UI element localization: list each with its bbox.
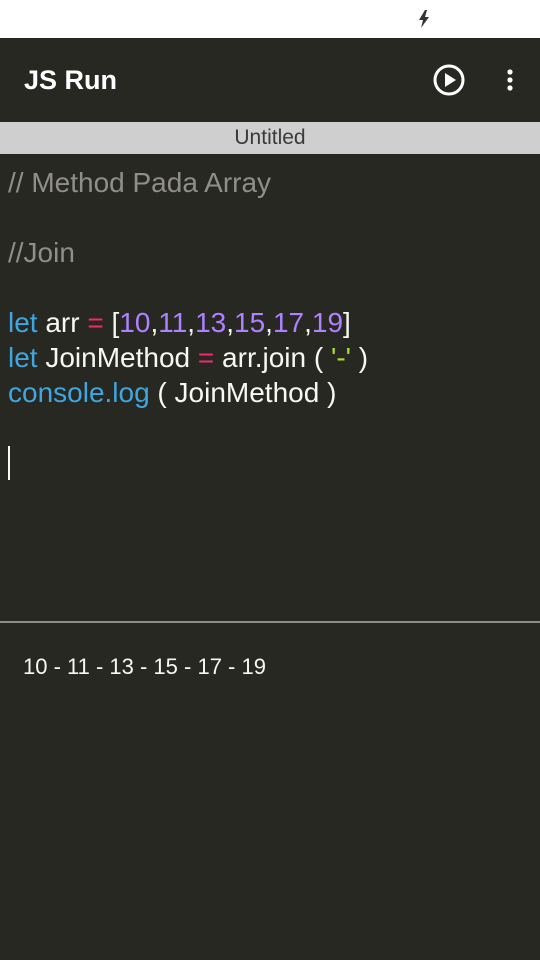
code-token-str: '-' [330,342,351,373]
code-token-plain: [ [103,307,120,338]
code-token-kw: let [8,307,38,338]
code-token-num: 13 [195,307,227,338]
code-token-kw: let [8,342,38,373]
code-token-comment: //Join [8,237,75,268]
text-cursor [8,446,10,480]
file-name-bar: Untitled [0,122,540,154]
code-token-plain: , [304,307,312,338]
code-token-kw: console.log [8,377,150,408]
code-line: let JoinMethod = arr.join ( '-' ) [8,341,368,375]
app-title: JS Run [24,65,118,95]
code-token-plain: , [226,307,235,338]
console-panel: 10 - 11 - 13 - 15 - 17 - 19 [0,623,540,960]
code-editor[interactable]: // Method Pada Array //Join let arr = [10,… [0,154,540,622]
code-token-op: = [87,307,104,338]
code-line: console.log ( JoinMethod ) [8,376,336,410]
code-line: let arr = [10,11,13,15,17,19] [8,306,351,340]
code-token-plain: ) [350,342,369,373]
code-token-comment: // Method Pada Array [8,167,272,198]
code-line: // Method Pada Array [8,166,271,200]
charging-bolt-icon [419,10,429,28]
code-token-plain: arr [37,307,88,338]
code-token-plain: ( JoinMethod ) [149,377,337,408]
code-token-num: 15 [234,307,266,338]
code-token-num: 11 [158,307,188,338]
code-line: //Join [8,236,75,270]
more-vert-icon[interactable] [500,66,520,96]
code-token-plain: ] [343,307,351,338]
code-token-num: 10 [119,307,151,338]
code-token-plain: , [265,307,273,338]
code-token-plain: arr.join ( [214,342,331,373]
status-bar [0,0,540,38]
code-token-num: 19 [311,307,344,338]
code-token-op: = [197,342,215,373]
play-circle-icon[interactable] [432,63,466,97]
app-bar: JS Run [0,38,540,122]
code-token-plain: , [187,307,196,338]
console-output: 10 - 11 - 13 - 15 - 17 - 19 [23,654,266,679]
code-token-num: 17 [272,307,305,338]
code-token-plain: JoinMethod [37,342,198,373]
